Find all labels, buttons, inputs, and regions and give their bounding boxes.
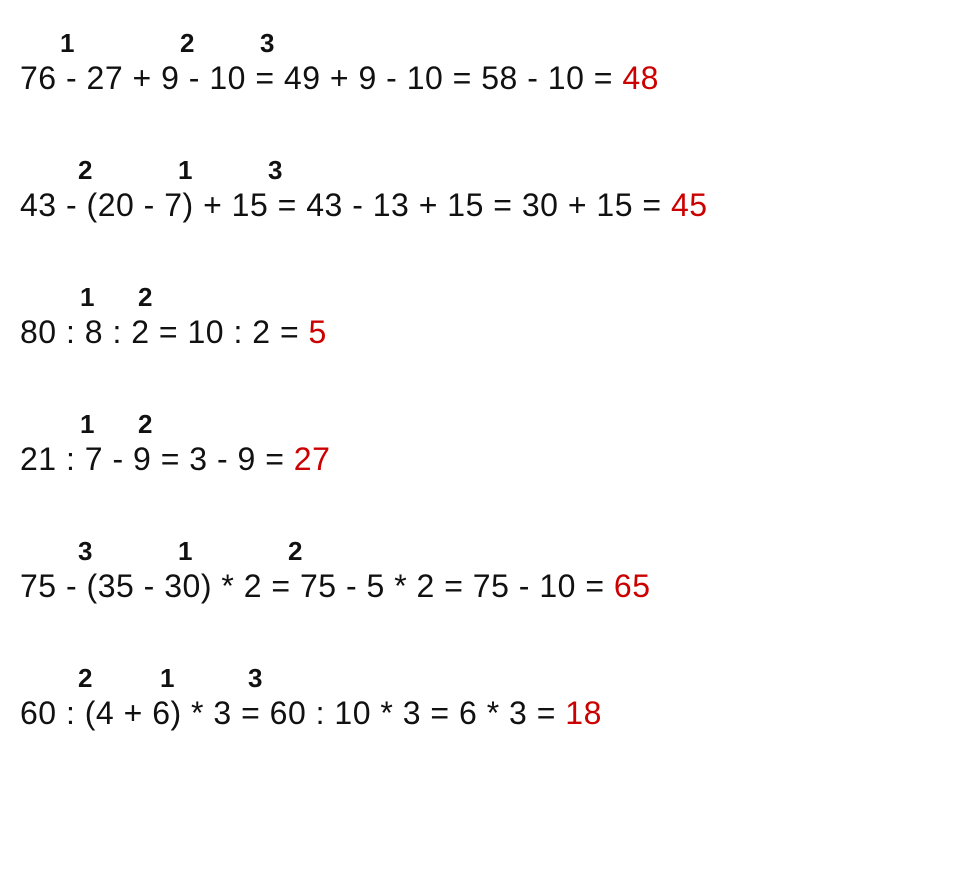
step-superscript: 3 — [268, 155, 283, 186]
equation-text: 76 - 27 + 9 - 10 = 49 + 9 - 10 = 58 - 10… — [20, 60, 622, 96]
equation-text: 75 - (35 - 30) * 2 = 75 - 5 * 2 = 75 - 1… — [20, 568, 614, 604]
equation-line: 2 1 3 43 - (20 - 7) + 15 = 43 - 13 + 15 … — [20, 157, 936, 224]
step-superscript: 1 — [160, 663, 175, 694]
step-superscript: 3 — [248, 663, 263, 694]
equation-line: 1 2 21 : 7 - 9 = 3 - 9 = 27 — [20, 411, 936, 478]
equation-answer: 18 — [565, 695, 602, 731]
equation-text: 60 : (4 + 6) * 3 = 60 : 10 * 3 = 6 * 3 = — [20, 695, 565, 731]
equation-answer: 65 — [614, 568, 651, 604]
equation-row: 1 2 3 76 - 27 + 9 - 10 = 49 + 9 - 10 = 5… — [20, 30, 936, 97]
step-superscript: 2 — [288, 536, 303, 567]
step-superscript: 3 — [78, 536, 93, 567]
equation-answer: 48 — [622, 60, 659, 96]
step-superscript: 2 — [78, 663, 93, 694]
step-superscript: 2 — [78, 155, 93, 186]
step-superscript: 1 — [80, 409, 95, 440]
step-superscript: 2 — [138, 282, 153, 313]
equation-line: 3 1 2 75 - (35 - 30) * 2 = 75 - 5 * 2 = … — [20, 538, 936, 605]
step-superscript: 1 — [178, 155, 193, 186]
equation-text: 80 : 8 : 2 = 10 : 2 = — [20, 314, 309, 350]
equation-answer: 45 — [671, 187, 708, 223]
step-superscript: 1 — [80, 282, 95, 313]
equation-answer: 27 — [294, 441, 331, 477]
step-superscript: 2 — [180, 28, 195, 59]
equation-row: 2 1 3 60 : (4 + 6) * 3 = 60 : 10 * 3 = 6… — [20, 665, 936, 732]
step-superscript: 1 — [178, 536, 193, 567]
equation-row: 2 1 3 43 - (20 - 7) + 15 = 43 - 13 + 15 … — [20, 157, 936, 224]
equation-row: 3 1 2 75 - (35 - 30) * 2 = 75 - 5 * 2 = … — [20, 538, 936, 605]
equation-line: 2 1 3 60 : (4 + 6) * 3 = 60 : 10 * 3 = 6… — [20, 665, 936, 732]
equation-text: 43 - (20 - 7) + 15 = 43 - 13 + 15 = 30 +… — [20, 187, 671, 223]
equation-line: 1 2 3 76 - 27 + 9 - 10 = 49 + 9 - 10 = 5… — [20, 30, 936, 97]
equation-row: 1 2 21 : 7 - 9 = 3 - 9 = 27 — [20, 411, 936, 478]
step-superscript: 2 — [138, 409, 153, 440]
equation-line: 1 2 80 : 8 : 2 = 10 : 2 = 5 — [20, 284, 936, 351]
step-superscript: 3 — [260, 28, 275, 59]
step-superscript: 1 — [60, 28, 75, 59]
equation-answer: 5 — [309, 314, 327, 350]
equation-text: 21 : 7 - 9 = 3 - 9 = — [20, 441, 294, 477]
equation-row: 1 2 80 : 8 : 2 = 10 : 2 = 5 — [20, 284, 936, 351]
